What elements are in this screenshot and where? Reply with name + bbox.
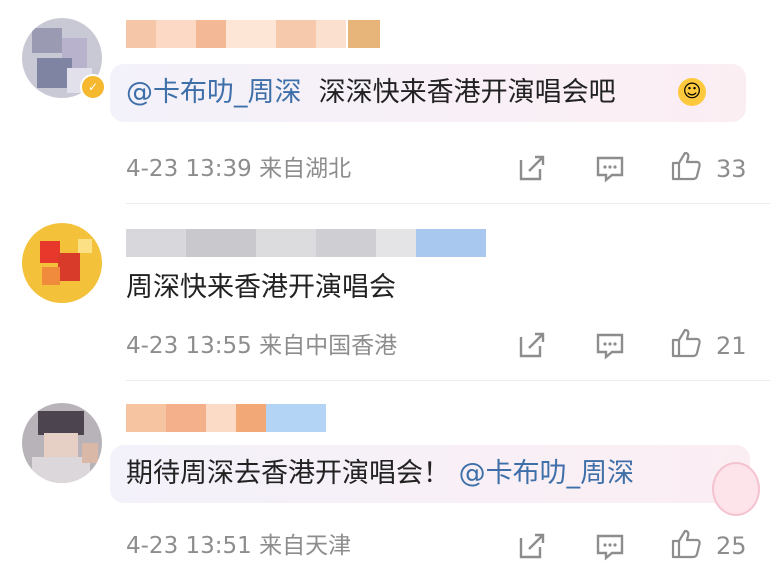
share-button[interactable] bbox=[516, 329, 548, 359]
reply-button[interactable] bbox=[594, 152, 626, 183]
divider bbox=[126, 203, 770, 204]
comment-icon bbox=[596, 534, 624, 561]
comment-body: 深深快来香港开演唱会吧 bbox=[318, 77, 616, 108]
location-source: 来自湖北 bbox=[259, 156, 352, 182]
comment-text: 期待周深去香港开演唱会！ @卡布叻_周深 bbox=[126, 454, 634, 494]
reply-button[interactable] bbox=[594, 530, 626, 561]
share-icon bbox=[519, 332, 545, 358]
timestamp: 4-23 13:51 bbox=[126, 533, 252, 559]
thumbs-up-icon bbox=[671, 529, 701, 559]
verified-badge-icon: ✓ bbox=[80, 74, 106, 100]
comment-body: 期待周深去香港开演唱会！ bbox=[126, 458, 450, 489]
avatar[interactable] bbox=[22, 223, 102, 303]
emoji-icon: ☺ bbox=[678, 78, 706, 106]
share-icon bbox=[519, 533, 545, 559]
like-count: 21 bbox=[716, 332, 747, 360]
like-button[interactable] bbox=[670, 528, 702, 559]
share-button[interactable] bbox=[516, 152, 548, 182]
share-button[interactable] bbox=[516, 530, 548, 560]
username-blurred[interactable] bbox=[126, 20, 386, 48]
comment-meta: 4-23 13:55 来自中国香港 bbox=[126, 331, 397, 361]
like-count: 33 bbox=[716, 155, 747, 183]
like-button[interactable] bbox=[670, 327, 702, 358]
comment-icon bbox=[596, 333, 624, 360]
location-source: 来自中国香港 bbox=[259, 333, 398, 359]
comment-icon bbox=[596, 156, 624, 183]
comment-text: 周深快来香港开演唱会 bbox=[126, 272, 396, 303]
thumbs-up-icon bbox=[671, 151, 701, 181]
comment-text: @卡布叻_周深 深深快来香港开演唱会吧 bbox=[126, 73, 616, 113]
timestamp: 4-23 13:39 bbox=[126, 156, 252, 182]
reply-button[interactable] bbox=[594, 329, 626, 360]
username-blurred[interactable] bbox=[126, 229, 496, 257]
timestamp: 4-23 13:55 bbox=[126, 333, 252, 359]
like-button[interactable] bbox=[670, 150, 702, 181]
divider bbox=[126, 380, 770, 381]
comment-meta: 4-23 13:51 来自天津 bbox=[126, 531, 351, 561]
mention-link[interactable]: @卡布叻_周深 bbox=[126, 77, 302, 108]
location-source: 来自天津 bbox=[259, 533, 352, 559]
mention-link[interactable]: @卡布叻_周深 bbox=[459, 458, 635, 489]
avatar[interactable] bbox=[22, 403, 102, 483]
like-count: 25 bbox=[716, 532, 747, 560]
sticker-bunny-icon bbox=[712, 462, 760, 516]
username-blurred[interactable] bbox=[126, 404, 336, 432]
thumbs-up-icon bbox=[671, 328, 701, 358]
share-icon bbox=[519, 155, 545, 181]
comment-meta: 4-23 13:39 来自湖北 bbox=[126, 154, 351, 184]
